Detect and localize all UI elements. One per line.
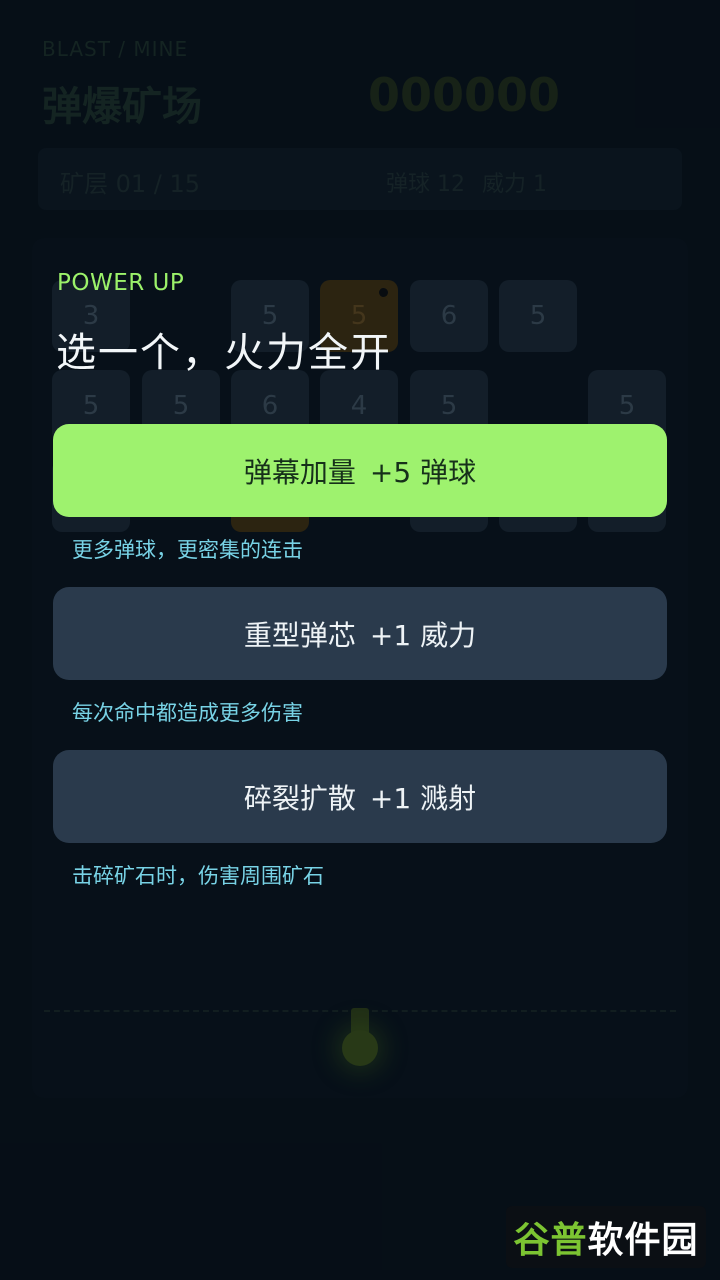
option-name: 重型弹芯	[243, 618, 356, 652]
option-description: 更多弹球，更密集的连击	[72, 538, 303, 562]
watermark-part1: 谷普	[513, 1220, 588, 1261]
powerup-heading: 选一个，火力全开	[56, 330, 392, 376]
option-effect: +1 溅射	[369, 781, 477, 815]
game-screen: BLAST / MINE 弹爆矿场 000000 矿层 01 / 15 弹球 1…	[0, 0, 720, 1280]
watermark-part2: 软件园	[587, 1220, 699, 1261]
option-button-more-balls[interactable]: 弹幕加量 +5 弹球	[53, 424, 667, 517]
option-effect: +5 弹球	[369, 455, 477, 489]
option-name: 弹幕加量	[243, 455, 356, 489]
option-description: 每次命中都造成更多伤害	[72, 701, 303, 725]
watermark-logo: 谷普 软件园	[506, 1206, 706, 1268]
option-name: 碎裂扩散	[243, 781, 356, 815]
powerup-label: POWER UP	[57, 270, 185, 296]
option-button-heavy-core[interactable]: 重型弹芯 +1 威力	[53, 587, 667, 680]
option-button-splash[interactable]: 碎裂扩散 +1 溅射	[53, 750, 667, 843]
option-effect: +1 威力	[369, 618, 477, 652]
option-description: 击碎矿石时，伤害周围矿石	[72, 864, 324, 888]
